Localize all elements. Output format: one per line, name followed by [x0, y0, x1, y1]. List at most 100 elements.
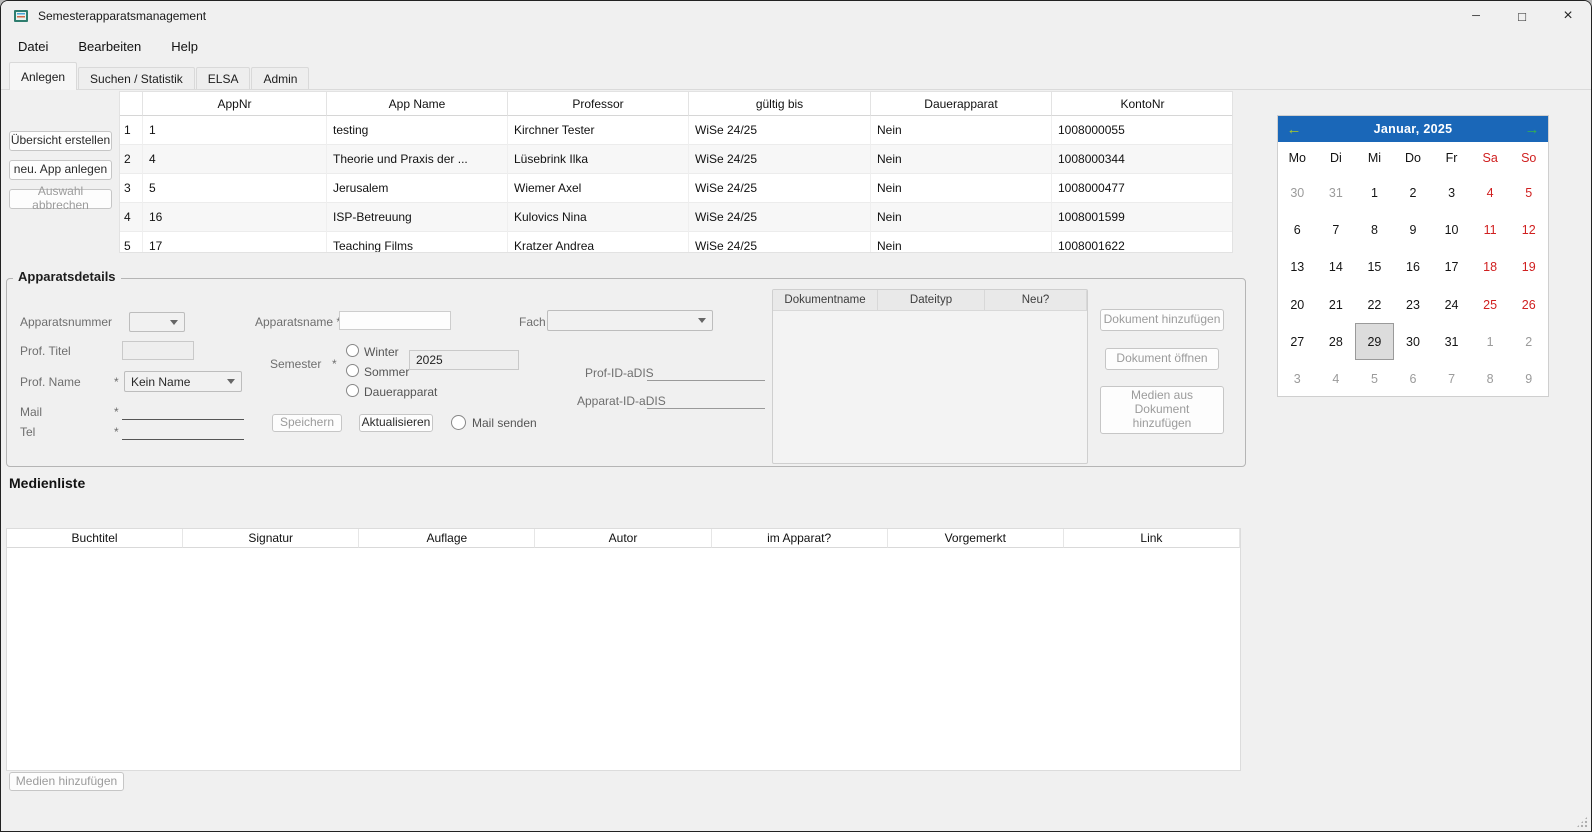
- calendar-day[interactable]: 25: [1471, 286, 1510, 323]
- calendar-day[interactable]: 31: [1317, 174, 1356, 211]
- uebersicht-erstellen-button[interactable]: Übersicht erstellen: [9, 131, 112, 151]
- calendar-day[interactable]: 1: [1471, 323, 1510, 360]
- tab-elsa[interactable]: ELSA: [196, 67, 251, 90]
- calendar-day[interactable]: 11: [1471, 211, 1510, 248]
- column-header-neu[interactable]: Neu?: [985, 290, 1087, 311]
- calendar-day[interactable]: 28: [1317, 323, 1356, 360]
- column-header-auflage[interactable]: Auflage: [359, 529, 535, 548]
- calendar-day[interactable]: 30: [1278, 174, 1317, 211]
- calendar-month-year[interactable]: Januar, 2025: [1310, 122, 1516, 136]
- calendar-day[interactable]: 3: [1432, 174, 1471, 211]
- calendar-day[interactable]: 5: [1355, 360, 1394, 397]
- calendar-day[interactable]: 3: [1278, 360, 1317, 397]
- medien-aus-dokument-button[interactable]: Medien aus Dokument hinzufügen: [1100, 386, 1224, 434]
- fach-select[interactable]: [547, 310, 713, 331]
- calendar-day[interactable]: 27: [1278, 323, 1317, 360]
- calendar-day[interactable]: 4: [1471, 174, 1510, 211]
- app-table-row[interactable]: 24Theorie und Praxis der ...Lüsebrink Il…: [120, 145, 1232, 174]
- calendar-day[interactable]: 31: [1432, 323, 1471, 360]
- app-table-row[interactable]: 35JerusalemWiemer AxelWiSe 24/25Nein1008…: [120, 174, 1232, 203]
- apparatsnummer-select[interactable]: [129, 312, 185, 332]
- column-header-link[interactable]: Link: [1064, 529, 1240, 548]
- mail-senden-checkbox[interactable]: [451, 415, 466, 430]
- calendar-day[interactable]: 30: [1394, 323, 1433, 360]
- calendar-day[interactable]: 20: [1278, 286, 1317, 323]
- calendar-day[interactable]: 7: [1432, 360, 1471, 397]
- calendar-day[interactable]: 9: [1509, 360, 1548, 397]
- calendar-day[interactable]: 16: [1394, 249, 1433, 286]
- resize-grip[interactable]: [1576, 816, 1588, 828]
- calendar-day[interactable]: 26: [1509, 286, 1548, 323]
- speichern-button[interactable]: Speichern: [272, 414, 342, 432]
- calendar-day[interactable]: 8: [1471, 360, 1510, 397]
- calendar-day[interactable]: 21: [1317, 286, 1356, 323]
- app-table-row[interactable]: 11testingKirchner TesterWiSe 24/25Nein10…: [120, 116, 1232, 145]
- column-header-appnr[interactable]: AppNr: [143, 92, 327, 116]
- maximize-icon[interactable]: □: [1499, 1, 1545, 31]
- calendar-day[interactable]: 6: [1278, 211, 1317, 248]
- column-header-dokumentname[interactable]: Dokumentname: [773, 290, 878, 311]
- calendar-day[interactable]: 19: [1509, 249, 1548, 286]
- calendar-day[interactable]: 5: [1509, 174, 1548, 211]
- column-header-buchtitel[interactable]: Buchtitel: [7, 529, 183, 548]
- column-header-im-apparat[interactable]: im Apparat?: [712, 529, 888, 548]
- prof-titel-input[interactable]: [122, 341, 194, 360]
- dauerapparat-radio[interactable]: [346, 384, 359, 397]
- calendar-day[interactable]: 15: [1355, 249, 1394, 286]
- calendar-day[interactable]: 2: [1509, 323, 1548, 360]
- menu-bearbeiten[interactable]: Bearbeiten: [63, 33, 156, 60]
- winter-radio[interactable]: [346, 344, 359, 357]
- menu-datei[interactable]: Datei: [3, 33, 63, 60]
- calendar-day[interactable]: 12: [1509, 211, 1548, 248]
- calendar-day[interactable]: 24: [1432, 286, 1471, 323]
- app-table-row[interactable]: 517Teaching FilmsKratzer AndreaWiSe 24/2…: [120, 232, 1232, 253]
- auswahl-abbrechen-button[interactable]: Auswahl abbrechen: [9, 189, 112, 209]
- apparat-id-adis-input[interactable]: [647, 390, 765, 409]
- calendar-day[interactable]: 22: [1355, 286, 1394, 323]
- calendar-day[interactable]: 29: [1355, 323, 1394, 360]
- prof-id-adis-input[interactable]: [647, 362, 765, 381]
- calendar-day[interactable]: 14: [1317, 249, 1356, 286]
- calendar-day[interactable]: 10: [1432, 211, 1471, 248]
- app-table-row[interactable]: 416ISP-BetreuungKulovics NinaWiSe 24/25N…: [120, 203, 1232, 232]
- column-header-vorgemerkt[interactable]: Vorgemerkt: [888, 529, 1064, 548]
- calendar-day[interactable]: 13: [1278, 249, 1317, 286]
- column-header-index[interactable]: [120, 92, 143, 116]
- dokument-hinzufuegen-button[interactable]: Dokument hinzufügen: [1100, 309, 1224, 331]
- semester-jahr-input[interactable]: [409, 350, 519, 370]
- calendar-day[interactable]: 6: [1394, 360, 1433, 397]
- menu-help[interactable]: Help: [156, 33, 213, 60]
- calendar-day[interactable]: 8: [1355, 211, 1394, 248]
- column-header-app-name[interactable]: App Name: [327, 92, 508, 116]
- column-header-autor[interactable]: Autor: [535, 529, 711, 548]
- column-header-gueltig-bis[interactable]: gültig bis: [689, 92, 871, 116]
- prof-name-select[interactable]: Kein Name: [124, 371, 242, 392]
- medien-hinzufuegen-button[interactable]: Medien hinzufügen: [9, 772, 124, 791]
- sommer-radio[interactable]: [346, 364, 359, 377]
- calendar-day[interactable]: 2: [1394, 174, 1433, 211]
- tab-anlegen[interactable]: Anlegen: [9, 62, 77, 90]
- column-header-dateityp[interactable]: Dateityp: [878, 290, 985, 311]
- tab-suchen-statistik[interactable]: Suchen / Statistik: [78, 67, 195, 90]
- calendar-day[interactable]: 9: [1394, 211, 1433, 248]
- mail-input[interactable]: [122, 401, 244, 420]
- calendar-day[interactable]: 4: [1317, 360, 1356, 397]
- apparatsname-input[interactable]: [339, 311, 451, 330]
- tel-input[interactable]: [122, 421, 244, 440]
- close-icon[interactable]: ×: [1545, 1, 1591, 31]
- calendar-day[interactable]: 23: [1394, 286, 1433, 323]
- column-header-signatur[interactable]: Signatur: [183, 529, 359, 548]
- aktualisieren-button[interactable]: Aktualisieren: [359, 414, 433, 432]
- column-header-professor[interactable]: Professor: [508, 92, 689, 116]
- column-header-dauerapparat[interactable]: Dauerapparat: [871, 92, 1052, 116]
- neue-app-anlegen-button[interactable]: neu. App anlegen: [9, 160, 112, 180]
- prev-month-icon[interactable]: ←: [1278, 121, 1310, 138]
- next-month-icon[interactable]: →: [1516, 121, 1548, 138]
- calendar-day[interactable]: 7: [1317, 211, 1356, 248]
- tab-admin[interactable]: Admin: [251, 67, 309, 90]
- minimize-icon[interactable]: ─: [1453, 1, 1499, 31]
- dokument-oeffnen-button[interactable]: Dokument öffnen: [1105, 348, 1219, 370]
- calendar-day[interactable]: 1: [1355, 174, 1394, 211]
- column-header-kontonr[interactable]: KontoNr: [1052, 92, 1233, 116]
- calendar-day[interactable]: 17: [1432, 249, 1471, 286]
